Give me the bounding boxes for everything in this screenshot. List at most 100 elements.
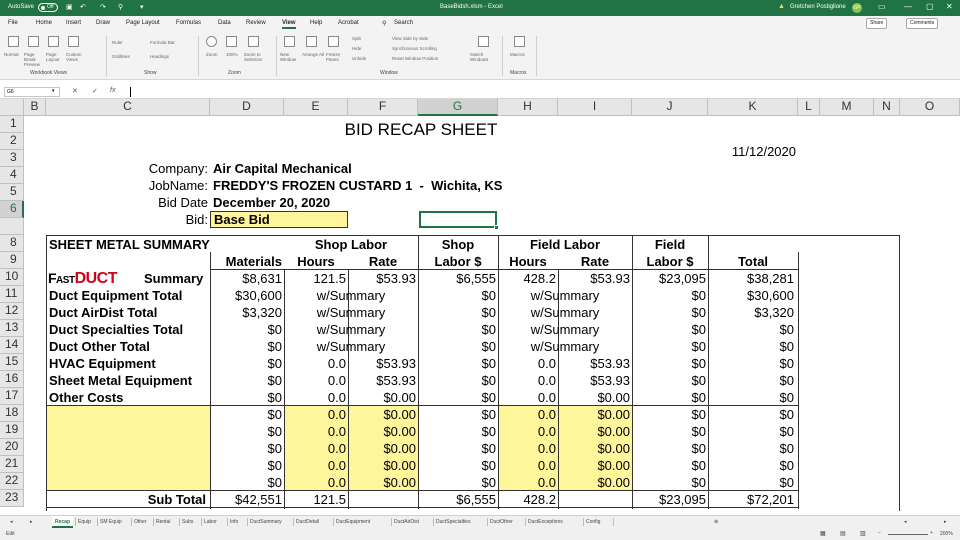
cell-materials[interactable]: $0 [210, 474, 282, 491]
zoom-out-icon[interactable]: − [878, 530, 881, 536]
wv-page-break[interactable]: Page Break Preview [24, 52, 44, 67]
zoom-slider[interactable] [888, 534, 928, 535]
side-by-side-label[interactable]: View Side by Side [392, 36, 428, 41]
row-header[interactable]: 12 [0, 303, 24, 320]
col-header-k[interactable]: K [708, 99, 798, 116]
col-header-m[interactable]: M [820, 99, 874, 116]
cell-field-hours[interactable]: 0.0 [498, 440, 556, 457]
cell-total[interactable]: $0 [708, 440, 794, 457]
row-header[interactable]: 21 [0, 456, 24, 473]
sheet-tab-ductexceptions[interactable]: DuctExceptions [528, 519, 563, 525]
cell-shop-labor[interactable]: $0 [418, 457, 496, 474]
zoom-100-icon[interactable] [226, 36, 237, 47]
cell-shop-hours[interactable]: 0.0 [284, 474, 346, 491]
cell-field-labor[interactable]: $0 [632, 406, 706, 423]
cell-materials[interactable]: $0 [210, 372, 282, 389]
show-formula-bar[interactable]: Formula Bar [150, 40, 175, 45]
cell-shop-labor[interactable]: $0 [418, 406, 496, 423]
sheet-tab-ductsummary[interactable]: DuctSummary [250, 519, 282, 525]
cell-field-rate[interactable]: $0.00 [558, 389, 630, 406]
row-header[interactable]: 11 [0, 286, 24, 303]
cell-shop-rate[interactable]: $0.00 [348, 457, 416, 474]
add-sheet-icon[interactable]: ⊕ [714, 519, 718, 525]
row-header[interactable]: 15 [0, 354, 24, 371]
row-header[interactable]: 4 [0, 167, 24, 184]
cell-field-rate[interactable]: $0.00 [558, 406, 630, 423]
show-headings[interactable]: Headings [150, 54, 169, 59]
reset-window-label[interactable]: Reset Window Position [392, 56, 438, 61]
sheet-tab-ductequipment[interactable]: DuctEquipment [336, 519, 370, 525]
wv-page-layout[interactable]: Page Layout [46, 52, 64, 62]
wv-custom[interactable]: Custom Views [66, 52, 86, 62]
cell-shop-rate[interactable]: $53.93 [348, 355, 416, 372]
row-header[interactable]: 20 [0, 439, 24, 456]
sheet-tab-sm-equip[interactable]: SM Equip [100, 519, 122, 525]
sheet-tab-labor[interactable]: Labor [204, 519, 217, 525]
cell-total[interactable]: $0 [708, 355, 794, 372]
formula-enter-icon[interactable]: ✓ [92, 87, 98, 95]
sheet-tab-other[interactable]: Other [134, 519, 147, 525]
zoom-icon[interactable] [206, 36, 217, 47]
cell-shop-hours[interactable]: 0.0 [284, 355, 346, 372]
zoom-level[interactable]: 200% [940, 531, 953, 537]
cell-total[interactable]: $38,281 [708, 270, 794, 287]
search-icon[interactable]: ⚲ [382, 20, 386, 27]
next-sheet-icon[interactable]: ▸ [30, 519, 33, 525]
cell-total[interactable]: $3,320 [708, 304, 794, 321]
arrange-all-icon[interactable] [306, 36, 317, 47]
search-label[interactable]: Search [394, 20, 413, 26]
normal-view-icon[interactable]: ▦ [820, 530, 826, 537]
maximize-icon[interactable]: ▢ [926, 2, 934, 11]
cell-total[interactable]: $0 [708, 423, 794, 440]
cell-total[interactable]: $30,600 [708, 287, 794, 304]
cell-shop-hours[interactable]: 121.5 [284, 270, 346, 287]
row-header[interactable]: 13 [0, 320, 24, 337]
tab-view[interactable]: View [282, 20, 296, 29]
cell-materials[interactable]: $30,600 [210, 287, 282, 304]
cell-field-labor[interactable]: $0 [632, 474, 706, 491]
sheet-tab-rental[interactable]: Rental [156, 519, 170, 525]
cell-shop-hours[interactable]: 0.0 [284, 406, 346, 423]
sheet-tab-ductairdist[interactable]: DuctAirDist [394, 519, 419, 525]
close-icon[interactable]: ✕ [946, 2, 953, 11]
formula-cancel-icon[interactable]: ✕ [72, 87, 78, 95]
cell-shop-hours[interactable]: w/Summary [284, 304, 418, 321]
cell-label[interactable]: Sheet Metal Equipment [49, 372, 209, 389]
cell-shop-labor[interactable]: $0 [418, 474, 496, 491]
name-box-dropdown-icon[interactable]: ▾ [52, 88, 55, 94]
col-header-d[interactable]: D [210, 99, 284, 116]
sheet-tab-ductother[interactable]: DuctOther [490, 519, 513, 525]
cell-field-labor[interactable]: $0 [632, 389, 706, 406]
avatar[interactable]: GP [852, 3, 862, 13]
hscroll-left-icon[interactable]: ◂ [904, 519, 907, 525]
tab-page-layout[interactable]: Page Layout [126, 20, 160, 26]
cell-shop-labor[interactable]: $0 [418, 423, 496, 440]
formula-input[interactable] [130, 87, 131, 97]
row-header[interactable]: 18 [0, 405, 24, 422]
cell-field-hours[interactable]: 0.0 [498, 389, 556, 406]
undo-icon[interactable]: ↶ [80, 3, 86, 11]
cell-materials[interactable]: $0 [210, 406, 282, 423]
zoom-selection-icon[interactable] [248, 36, 259, 47]
cell-field-hours[interactable]: w/Summary [498, 321, 632, 338]
cell-field-hours[interactable]: 0.0 [498, 423, 556, 440]
col-header-h[interactable]: H [498, 99, 558, 116]
cell-materials[interactable]: $0 [210, 440, 282, 457]
comments-button[interactable]: Comments [906, 18, 939, 29]
freeze-panes-icon[interactable] [328, 36, 339, 47]
cell-field-hours[interactable]: w/Summary [498, 338, 632, 355]
col-header-i[interactable]: I [558, 99, 632, 116]
wv-normal[interactable]: Normal [4, 52, 19, 57]
cell-label[interactable]: Duct Specialties Total [49, 321, 209, 338]
cell-field-hours[interactable]: 0.0 [498, 457, 556, 474]
tab-review[interactable]: Review [246, 20, 266, 26]
row-header[interactable]: 14 [0, 337, 24, 354]
row-header[interactable]: 19 [0, 422, 24, 439]
row-header[interactable]: 17 [0, 388, 24, 405]
cell-shop-labor[interactable]: $6,555 [418, 270, 496, 287]
row-header[interactable]: 5 [0, 184, 24, 201]
hscroll-right-icon[interactable]: ▸ [944, 519, 947, 525]
cell-total[interactable]: $0 [708, 406, 794, 423]
cell-field-labor[interactable]: $0 [632, 355, 706, 372]
col-header-c[interactable]: C [46, 99, 210, 116]
